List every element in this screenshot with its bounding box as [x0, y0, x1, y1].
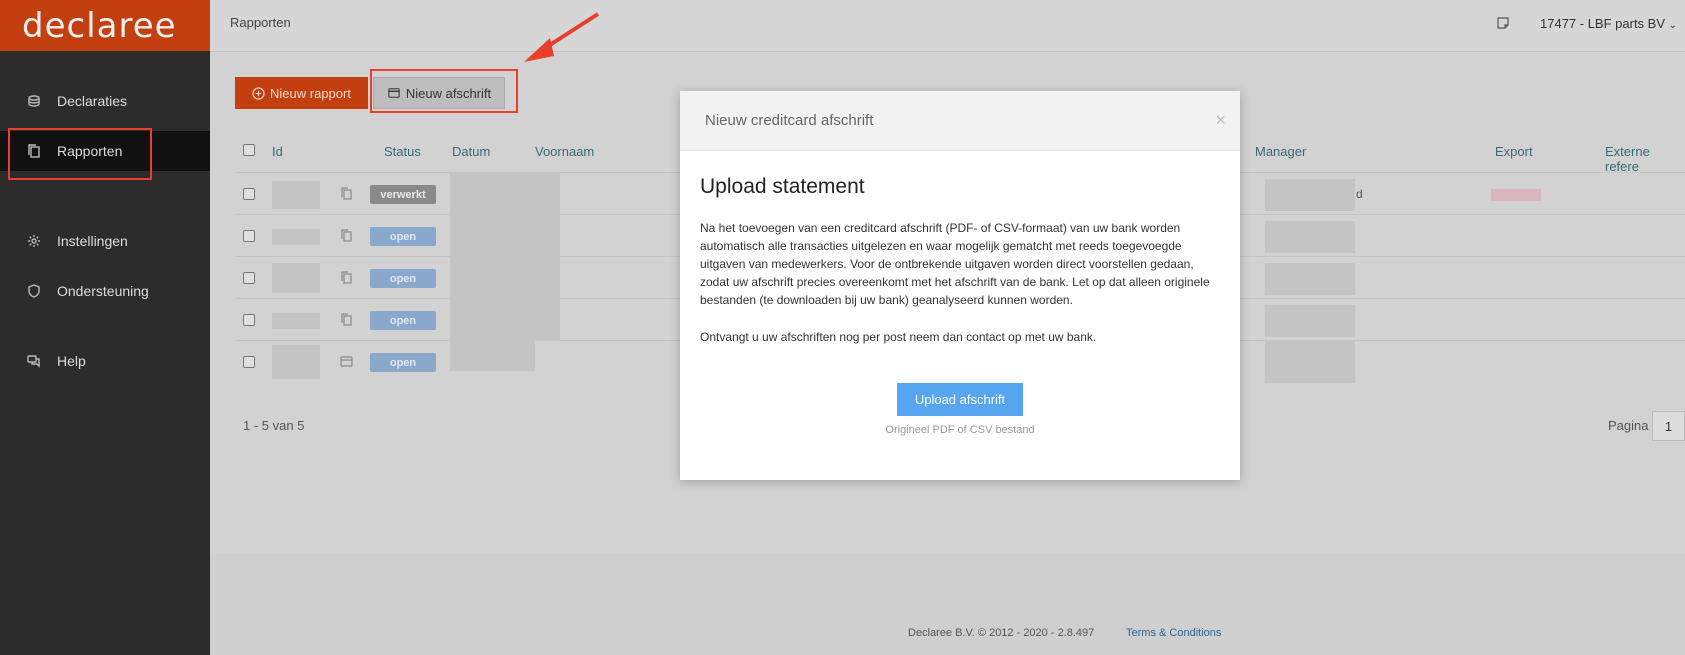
- copy-icon[interactable]: [340, 313, 353, 326]
- row-checkbox[interactable]: [243, 230, 255, 242]
- note-icon[interactable]: [1496, 16, 1510, 30]
- status-badge: open: [370, 311, 436, 330]
- upload-hint: Origineel PDF of CSV bestand: [885, 424, 1035, 436]
- row-checkbox[interactable]: [243, 272, 255, 284]
- row-checkbox[interactable]: [243, 314, 255, 326]
- modal-note: Ontvangt u uw afschriften nog per post n…: [700, 330, 1097, 344]
- sidebar-item-label: Declaraties: [57, 93, 128, 109]
- column-header-id[interactable]: Id: [272, 144, 283, 159]
- redacted-cells: [450, 173, 560, 215]
- logo-text: declaree: [22, 5, 177, 46]
- column-header-externe-referentie[interactable]: Externe refere: [1605, 144, 1685, 174]
- redacted-manager: [1265, 263, 1355, 295]
- new-report-label: Nieuw rapport: [270, 85, 351, 101]
- redacted-manager: [1265, 221, 1355, 253]
- gear-icon: [26, 233, 42, 249]
- redacted-cells: [450, 341, 535, 371]
- redacted-id: [272, 345, 320, 379]
- company-name: 17477 - LBF parts BV: [1540, 16, 1666, 31]
- redacted-manager: [1265, 179, 1355, 211]
- sidebar-item-label: Help: [57, 353, 86, 369]
- page-number-input[interactable]: 1: [1652, 411, 1685, 441]
- upload-statement-modal: Nieuw creditcard afschrift × Upload stat…: [680, 91, 1240, 480]
- redacted-id: [272, 313, 320, 329]
- modal-title: Nieuw creditcard afschrift: [705, 112, 874, 129]
- documents-icon: [26, 143, 42, 159]
- upload-statement-button[interactable]: Upload afschrift: [897, 383, 1023, 416]
- manager-suffix: d: [1356, 187, 1363, 201]
- column-header-status[interactable]: Status: [384, 144, 421, 159]
- redacted-manager: [1265, 341, 1355, 383]
- sidebar-item-declaraties[interactable]: Declaraties: [0, 81, 210, 121]
- select-all-checkbox[interactable]: [243, 144, 255, 156]
- redacted-manager: [1265, 305, 1355, 337]
- footer-copyright: Declaree B.V. © 2012 - 2020 - 2.8.497: [908, 627, 1095, 639]
- status-badge: open: [370, 227, 436, 246]
- redacted-cells: [450, 257, 560, 299]
- sidebar-item-label: Instellingen: [57, 233, 128, 249]
- shield-icon: [26, 283, 42, 299]
- column-header-manager[interactable]: Manager: [1255, 144, 1306, 159]
- sidebar: declaree Declaraties Rapporten Instellin…: [0, 0, 210, 655]
- coins-icon: [26, 93, 42, 109]
- pagination-label: Pagina: [1608, 418, 1649, 433]
- sidebar-item-instellingen[interactable]: Instellingen: [0, 221, 210, 261]
- breadcrumb: Rapporten: [230, 15, 291, 30]
- row-checkbox[interactable]: [243, 188, 255, 200]
- column-header-voornaam[interactable]: Voornaam: [535, 144, 594, 159]
- close-icon[interactable]: ×: [1215, 110, 1226, 131]
- terms-link[interactable]: Terms & Conditions: [1126, 627, 1221, 639]
- copy-icon[interactable]: [340, 271, 353, 284]
- row-checkbox[interactable]: [243, 356, 255, 368]
- company-selector[interactable]: 17477 - LBF parts BV ⌄: [1540, 16, 1677, 31]
- redacted-id: [272, 263, 320, 293]
- sidebar-item-label: Rapporten: [57, 143, 123, 159]
- annotation-arrow-icon: [524, 12, 600, 62]
- column-header-export[interactable]: Export: [1495, 144, 1533, 159]
- redacted-id: [272, 181, 320, 209]
- footer-band: [210, 553, 1685, 655]
- status-badge: open: [370, 269, 436, 288]
- chat-icon: [26, 353, 42, 369]
- plus-circle-icon: [252, 86, 265, 100]
- result-count: 1 - 5 van 5: [243, 418, 305, 433]
- new-statement-button[interactable]: Nieuw afschrift: [373, 77, 505, 109]
- redacted-export: [1491, 189, 1541, 201]
- redacted-cells: [450, 215, 560, 257]
- copy-icon[interactable]: [340, 229, 353, 242]
- sidebar-item-ondersteuning[interactable]: Ondersteuning: [0, 271, 210, 311]
- redacted-cells: [450, 299, 560, 341]
- copy-icon[interactable]: [340, 187, 353, 200]
- credit-card-icon[interactable]: [340, 355, 353, 368]
- modal-heading: Upload statement: [700, 175, 865, 198]
- new-statement-label: Nieuw afschrift: [405, 85, 492, 101]
- status-badge: verwerkt: [370, 185, 436, 204]
- logo[interactable]: declaree: [0, 0, 210, 51]
- sidebar-item-label: Ondersteuning: [57, 283, 149, 299]
- modal-header: Nieuw creditcard afschrift ×: [680, 91, 1240, 151]
- sidebar-item-rapporten[interactable]: Rapporten: [0, 131, 210, 171]
- new-report-button[interactable]: Nieuw rapport: [235, 77, 368, 109]
- sidebar-item-help[interactable]: Help: [0, 341, 210, 381]
- modal-description: Na het toevoegen van een creditcard afsc…: [700, 221, 1210, 307]
- status-badge: open: [370, 353, 436, 372]
- topbar: Rapporten 17477 - LBF parts BV ⌄: [210, 0, 1685, 52]
- credit-card-icon: [388, 88, 400, 98]
- redacted-id: [272, 229, 320, 245]
- chevron-down-icon: ⌄: [1668, 20, 1678, 31]
- column-header-datum[interactable]: Datum: [452, 144, 490, 159]
